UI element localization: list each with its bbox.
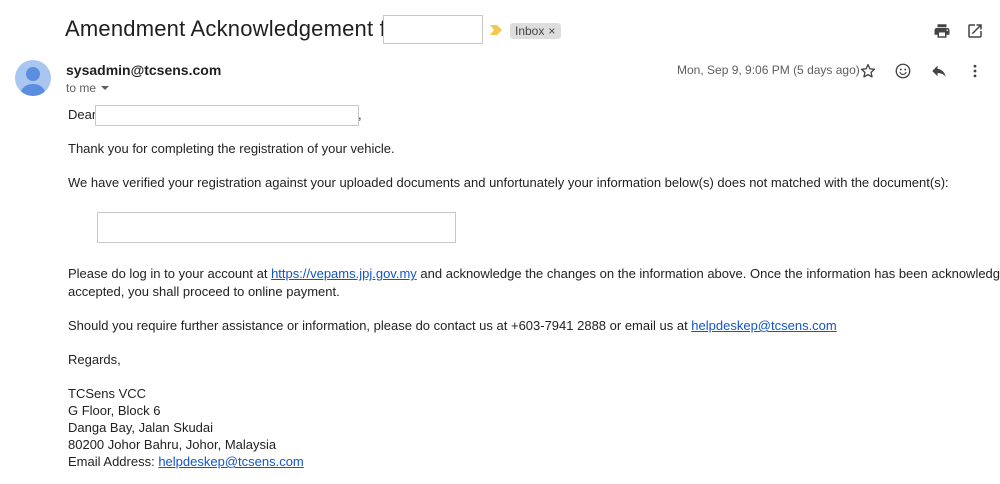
reply-icon[interactable] <box>928 60 950 82</box>
remove-label-icon[interactable]: × <box>548 23 555 39</box>
redacted-recipient-name <box>95 105 359 126</box>
inbox-label-chip: Inbox × <box>510 23 562 39</box>
greeting: Dear <box>68 107 97 122</box>
contact-text: Should you require further assistance or… <box>68 318 692 333</box>
star-icon[interactable] <box>857 60 879 82</box>
signature-email-link[interactable]: helpdeskep@tcsens.com <box>158 454 303 469</box>
importance-marker-icon[interactable] <box>489 24 503 36</box>
email-date: Mon, Sep 9, 9:06 PM (5 days ago) <box>677 63 860 77</box>
redacted-subject-field <box>383 15 483 44</box>
paragraph-verification: We have verified your registration again… <box>68 175 949 190</box>
default-avatar-icon <box>21 67 45 96</box>
greeting-comma: , <box>358 107 362 122</box>
signature-email-line: Email Address: helpdeskep@tcsens.com <box>68 453 304 471</box>
recipient-text: to me <box>66 81 97 95</box>
paragraph-thanks: Thank you for completing the registratio… <box>68 141 395 156</box>
signature-company: TCSens VCC <box>68 386 147 401</box>
open-in-new-window-icon[interactable] <box>964 20 986 42</box>
sender-avatar <box>15 60 51 96</box>
sender-email: sysadmin@tcsens.com <box>66 62 222 78</box>
signature-city: 80200 Johor Bahru, Johor, Malaysia <box>68 437 277 452</box>
signature-floor: G Floor, Block 6 <box>68 403 161 418</box>
recipient-details-toggle[interactable]: to me <box>66 81 110 95</box>
inbox-label-text: Inbox <box>515 24 545 38</box>
chevron-down-icon <box>101 86 110 90</box>
paragraph-login-line2: accepted, you shall proceed to online pa… <box>68 284 340 299</box>
print-icon[interactable] <box>931 20 953 42</box>
paragraph-contact: Should you require further assistance or… <box>68 317 837 335</box>
email-subject: Amendment Acknowledgement for <box>65 16 406 41</box>
paragraph-login-line1: Please do log in to your account at http… <box>68 265 1000 283</box>
signature-street: Danga Bay, Jalan Skudai <box>68 420 214 435</box>
login-text-pre: Please do log in to your account at <box>68 266 272 281</box>
helpdesk-email-link[interactable]: helpdeskep@tcsens.com <box>691 318 836 333</box>
signature-email-label: Email Address: <box>68 454 159 469</box>
emoji-icon[interactable] <box>892 60 914 82</box>
redacted-information-box <box>97 212 456 243</box>
regards: Regards, <box>68 352 121 367</box>
vepams-link[interactable]: https://vepams.jpj.gov.my <box>271 266 417 281</box>
more-vert-icon[interactable] <box>964 60 986 82</box>
login-text-post: and acknowledge the changes on the infor… <box>416 266 1000 281</box>
